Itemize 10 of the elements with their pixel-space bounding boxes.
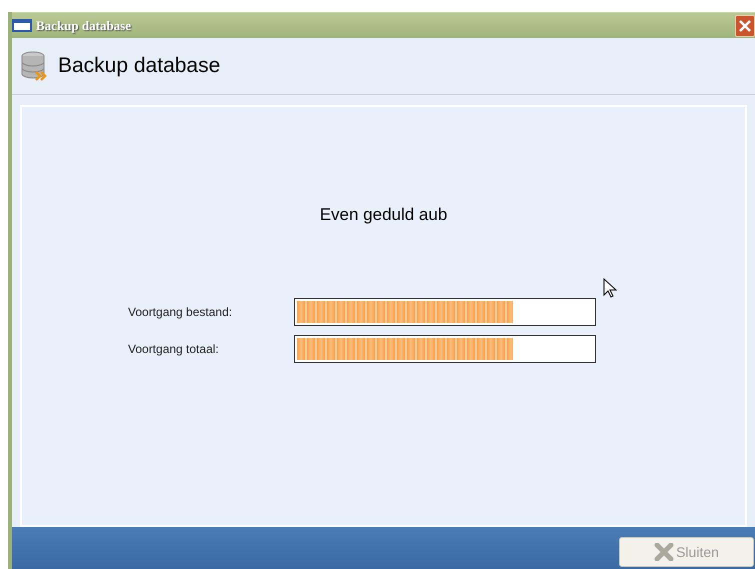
x-icon — [654, 543, 674, 561]
close-icon — [739, 20, 751, 32]
window-title: Backup database — [36, 16, 131, 35]
progress-label: Voortgang bestand: — [128, 304, 234, 320]
cursor-icon — [603, 278, 617, 298]
window-icon — [12, 19, 32, 32]
progress-label: Voortgang totaal: — [128, 340, 220, 358]
header-title: Backup database — [58, 53, 220, 80]
status-message: Even geduld aub — [320, 204, 448, 226]
close-button[interactable] — [735, 14, 755, 36]
